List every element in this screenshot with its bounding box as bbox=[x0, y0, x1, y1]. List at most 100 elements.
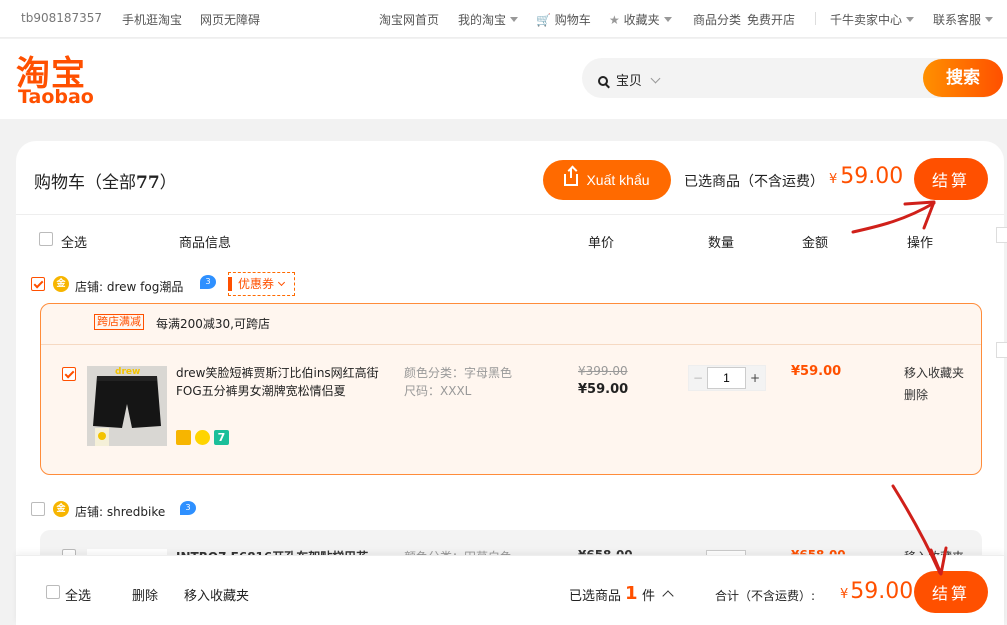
customer-service-label: 联系客服 bbox=[933, 13, 982, 27]
footer-total-label: 合计（不含运费）: bbox=[715, 589, 816, 603]
cart-link-label: 购物车 bbox=[554, 13, 591, 27]
shop-checkbox[interactable] bbox=[31, 277, 45, 291]
footer-total-value: 59.00 bbox=[850, 579, 914, 604]
footer-select-all-label: 全选 bbox=[65, 589, 92, 604]
footer-select-all-checkbox[interactable] bbox=[46, 585, 60, 599]
open-shop-link[interactable]: 免费开店 bbox=[747, 11, 795, 28]
shop-icon: 金 bbox=[53, 276, 69, 292]
chevron-down-icon bbox=[663, 17, 672, 22]
delete-link[interactable]: 删除 bbox=[904, 386, 928, 403]
shop-label: 店铺: bbox=[75, 280, 104, 294]
seven-day-return-icon: 7 bbox=[214, 430, 229, 445]
shop-icon: 金 bbox=[53, 501, 69, 517]
shop-name[interactable]: 店铺: drew fog潮品 bbox=[75, 278, 183, 295]
coupon-dropdown[interactable]: 优惠券 bbox=[228, 272, 295, 296]
selected-total-value: 59.00 bbox=[840, 164, 904, 189]
footer-move-favorites-link[interactable]: 移入收藏夹 bbox=[184, 585, 249, 604]
original-price: ¥399.00 bbox=[578, 364, 628, 378]
select-all-checkbox[interactable] bbox=[39, 232, 53, 246]
divider bbox=[41, 344, 981, 345]
divider bbox=[815, 12, 816, 25]
item-checkbox[interactable] bbox=[62, 367, 76, 381]
product-image-label: drew bbox=[115, 367, 141, 377]
quantity-input[interactable] bbox=[707, 367, 746, 389]
cart-icon: 🛒 bbox=[536, 13, 551, 27]
chevron-down-icon bbox=[906, 17, 915, 22]
footer-selected-count: 1 bbox=[625, 583, 638, 604]
shorts-image bbox=[87, 366, 167, 446]
move-to-favorites-link[interactable]: 移入收藏夹 bbox=[904, 364, 964, 381]
favorites-label: 收藏夹 bbox=[623, 13, 660, 27]
chat-icon[interactable]: 3 bbox=[200, 275, 216, 289]
unit-price: ¥59.00 bbox=[578, 382, 629, 397]
product-badges: 7 bbox=[176, 430, 233, 445]
chevron-down-icon bbox=[510, 17, 519, 22]
my-taobao-label: 我的淘宝 bbox=[458, 13, 507, 27]
taobao-home-link[interactable]: 淘宝网首页 bbox=[379, 11, 439, 28]
mobile-taobao-link[interactable]: 手机逛淘宝 bbox=[122, 11, 182, 28]
shop-name-text: shredbike bbox=[106, 505, 166, 519]
promo-badge: 跨店满减 bbox=[94, 314, 144, 330]
export-icon bbox=[564, 169, 579, 186]
product-title[interactable]: drew笑脸短裤贾斯汀比伯ins网红高街FOG五分裤男女潮牌宽松情侣夏 bbox=[176, 364, 381, 400]
decrement-button[interactable]: − bbox=[689, 366, 707, 390]
cart-title: 购物车（全部77） bbox=[34, 168, 177, 193]
footer-unit: 件 bbox=[642, 589, 656, 604]
item-amount: ¥59.00 bbox=[791, 364, 842, 379]
seller-center-menu[interactable]: 千牛卖家中心 bbox=[830, 11, 915, 28]
product-image[interactable]: drew bbox=[87, 366, 167, 446]
footer-selected-label: 已选商品 bbox=[569, 589, 622, 604]
top-nav-bar: tb908187357 手机逛淘宝 网页无障碍 淘宝网首页 我的淘宝 🛒 购物车… bbox=[0, 0, 1007, 38]
promo-text: 每满200减30,可跨店 bbox=[156, 317, 270, 331]
chevron-down-icon bbox=[985, 17, 994, 22]
footer-delete-link[interactable]: 删除 bbox=[132, 585, 158, 604]
export-button[interactable]: Xuất khẩu bbox=[543, 160, 671, 200]
username-link[interactable]: tb908187357 bbox=[21, 11, 102, 25]
divider bbox=[16, 214, 1004, 215]
currency-symbol: ¥ bbox=[829, 172, 838, 187]
taobao-logo-text[interactable]: Taobao bbox=[18, 86, 94, 108]
seller-center-label: 千牛卖家中心 bbox=[830, 13, 903, 27]
search-input[interactable] bbox=[687, 58, 917, 98]
column-amount: 金额 bbox=[802, 236, 829, 251]
flower-icon bbox=[195, 430, 210, 445]
currency-symbol: ¥ bbox=[840, 587, 849, 602]
selected-total: ¥59.00 bbox=[829, 164, 903, 189]
side-toolbar-button[interactable] bbox=[996, 342, 1007, 358]
my-taobao-menu[interactable]: 我的淘宝 bbox=[458, 11, 519, 28]
shop-checkbox[interactable] bbox=[31, 502, 45, 516]
column-product-info: 商品信息 bbox=[179, 236, 232, 251]
export-label: Xuất khẩu bbox=[586, 172, 650, 188]
chevron-down-icon bbox=[277, 278, 286, 287]
cart-count: 77 bbox=[136, 173, 160, 193]
column-quantity: 数量 bbox=[708, 236, 735, 251]
search-icon bbox=[598, 76, 608, 86]
shop-name-text: drew fog潮品 bbox=[106, 280, 184, 294]
cart-title-text: 购物车（全部 bbox=[34, 173, 136, 193]
customer-service-menu[interactable]: 联系客服 bbox=[933, 11, 994, 28]
search-button[interactable]: 搜索 bbox=[923, 59, 1003, 97]
shop-label: 店铺: bbox=[75, 505, 104, 519]
sku-color[interactable]: 颜色分类：字母黑色 bbox=[404, 364, 512, 381]
quantity-stepper: − + bbox=[688, 365, 766, 391]
cart-title-end: ） bbox=[159, 173, 177, 193]
coupon-label: 优惠券 bbox=[238, 277, 275, 291]
side-toolbar-button[interactable] bbox=[996, 227, 1007, 243]
checkout-button-top[interactable]: 结算 bbox=[914, 158, 988, 200]
column-actions: 操作 bbox=[907, 236, 934, 251]
star-icon: ★ bbox=[609, 13, 620, 27]
favorites-menu[interactable]: ★ 收藏夹 bbox=[609, 11, 672, 28]
search-category-label: 宝贝 bbox=[616, 74, 643, 89]
search-category-select[interactable]: 宝贝 bbox=[598, 70, 661, 89]
increment-button[interactable]: + bbox=[745, 366, 765, 390]
shop-name[interactable]: 店铺: shredbike bbox=[75, 503, 165, 520]
cart-link[interactable]: 🛒 购物车 bbox=[536, 11, 591, 28]
chevron-down-icon bbox=[650, 73, 661, 84]
accessibility-link[interactable]: 网页无障碍 bbox=[200, 11, 260, 28]
select-all-label: 全选 bbox=[61, 236, 88, 251]
checkout-button-bottom[interactable]: 结算 bbox=[914, 571, 988, 613]
sku-size[interactable]: 尺码：XXXL bbox=[404, 382, 471, 399]
chat-icon[interactable]: 3 bbox=[180, 501, 196, 515]
category-link[interactable]: 商品分类 bbox=[693, 11, 741, 28]
column-unit-price: 单价 bbox=[588, 236, 615, 251]
